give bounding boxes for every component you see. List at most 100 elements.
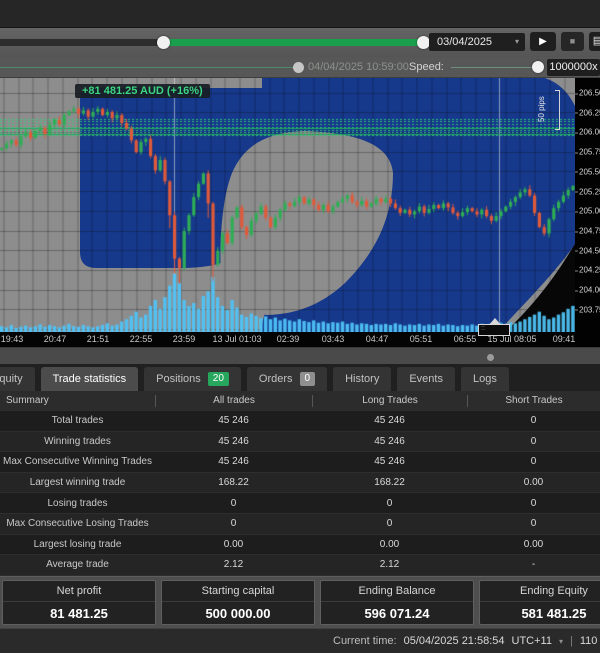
table-header-cell: Summary bbox=[0, 395, 155, 407]
table-header-row: SummaryAll tradesLong TradesShort Trades bbox=[0, 391, 600, 411]
speed-slider-handle[interactable] bbox=[532, 61, 544, 73]
pips-scale-label: 50 pips bbox=[539, 116, 551, 128]
trade-statistics-table: SummaryAll tradesLong TradesShort Trades… bbox=[0, 391, 600, 576]
table-value-cell: 45 246 bbox=[312, 415, 467, 426]
tab-label: Orders bbox=[259, 367, 293, 391]
bottom-panel-tabs: Equity Trade statistics Positions20Orders0… bbox=[0, 364, 600, 391]
table-value-cell: 45 246 bbox=[155, 415, 312, 426]
tab-label: Trade statistics bbox=[53, 367, 127, 391]
tab-history[interactable]: History bbox=[333, 367, 391, 391]
speed-slider-track[interactable] bbox=[451, 67, 539, 68]
pending-datetime: 04/04/2025 10:59:00 bbox=[308, 61, 409, 73]
price-tick-mark bbox=[575, 270, 578, 271]
table-value-cell: 0 bbox=[467, 436, 600, 447]
pending-timeline-handle[interactable] bbox=[293, 62, 304, 73]
current-time-label: Current time: bbox=[333, 635, 397, 647]
time-axis[interactable]: 19:4320:4721:5122:5523:5913 Jul 01:0302:… bbox=[0, 332, 575, 347]
playback-toolbar: 03/04/2025 ▾ ▶ ■ ▤ bbox=[0, 28, 600, 57]
tab-label: Logs bbox=[473, 367, 497, 391]
timeline-progress bbox=[163, 39, 424, 46]
table-value-cell: 0 bbox=[467, 498, 600, 509]
time-tick-label: 06:55 bbox=[454, 334, 477, 344]
time-tick-label: 09:41 bbox=[553, 334, 576, 344]
journal-button[interactable]: ▤ bbox=[589, 32, 600, 51]
date-select[interactable]: 03/04/2025 ▾ bbox=[429, 33, 525, 51]
table-row: Largest winning trade168.22168.220.00 bbox=[0, 473, 600, 494]
table-value-cell: 168.22 bbox=[312, 477, 467, 488]
price-tick-label: 206.25 bbox=[579, 108, 600, 117]
tab-equity[interactable]: Equity bbox=[0, 367, 35, 391]
price-tick-label: 204.25 bbox=[579, 266, 600, 275]
table-value-cell: 0.00 bbox=[467, 477, 600, 488]
timezone-value[interactable]: UTC+11 bbox=[512, 635, 552, 647]
profit-tooltip: +81 481.25 AUD (+16%) bbox=[75, 84, 210, 98]
tab-label: Equity bbox=[0, 367, 23, 391]
summary-card-ending-equity: Ending Equity581 481.25 bbox=[479, 580, 600, 625]
table-value-cell: 2.12 bbox=[312, 559, 467, 570]
table-value-cell: 0 bbox=[155, 498, 312, 509]
time-tick-label: 05:51 bbox=[410, 334, 433, 344]
timezone-caret-icon[interactable]: ▾ bbox=[559, 637, 563, 646]
status-separator: | bbox=[570, 635, 573, 647]
table-value-cell: 0 bbox=[467, 456, 600, 467]
price-tick-label: 205.50 bbox=[579, 167, 600, 176]
top-menubar bbox=[0, 0, 600, 28]
table-value-cell: 168.22 bbox=[155, 477, 312, 488]
speed-toolbar: 04/04/2025 10:59:00 Speed: 1000000x bbox=[0, 57, 600, 78]
table-row-label: Losing trades bbox=[0, 498, 155, 509]
tab-orders[interactable]: Orders0 bbox=[247, 367, 327, 391]
tab-positions[interactable]: Positions20 bbox=[144, 367, 241, 391]
price-axis[interactable]: 206.50206.25206.00205.75205.50205.25205.… bbox=[575, 78, 600, 347]
summary-card-starting-capital: Starting capital500 000.00 bbox=[161, 580, 315, 625]
summary-card-label: Ending Balance bbox=[321, 581, 473, 602]
summary-cards: Net profit81 481.25Starting capital500 0… bbox=[0, 576, 600, 628]
table-value-cell: 45 246 bbox=[312, 436, 467, 447]
play-button[interactable]: ▶ bbox=[530, 32, 556, 51]
candlestick-canvas[interactable] bbox=[0, 78, 575, 332]
table-row-label: Average trade bbox=[0, 559, 155, 570]
table-row: Max Consecutive Losing Trades000 bbox=[0, 514, 600, 535]
table-value-cell: 0.00 bbox=[155, 539, 312, 550]
tab-label: Events bbox=[409, 367, 443, 391]
tab-trade-statistics[interactable]: Trade statistics bbox=[41, 367, 139, 391]
time-tick-label: 13 Jul 01:03 bbox=[212, 334, 261, 344]
stop-icon: ■ bbox=[570, 36, 575, 46]
time-tick-label: 02:39 bbox=[277, 334, 300, 344]
table-value-cell: 0 bbox=[312, 518, 467, 529]
table-value-cell: 45 246 bbox=[155, 436, 312, 447]
scrollbar-thumb[interactable] bbox=[487, 354, 494, 361]
table-row: Losing trades000 bbox=[0, 493, 600, 514]
time-tick-label: 21:51 bbox=[87, 334, 110, 344]
speed-value[interactable]: 1000000x bbox=[547, 59, 600, 76]
timeline-start-handle[interactable] bbox=[157, 36, 170, 49]
table-row-label: Max Consecutive Losing Trades bbox=[0, 518, 155, 529]
table-value-cell: 0 bbox=[312, 498, 467, 509]
summary-card-label: Ending Equity bbox=[480, 581, 600, 602]
price-tick-label: 206.50 bbox=[579, 89, 600, 98]
table-header-cell: Long Trades bbox=[312, 395, 467, 407]
table-body: Total trades45 24645 2460Winning trades4… bbox=[0, 411, 600, 576]
tab-logs[interactable]: Logs bbox=[461, 367, 509, 391]
table-row: Total trades45 24645 2460 bbox=[0, 411, 600, 432]
summary-card-value: 596 071.24 bbox=[321, 602, 473, 625]
price-tick-mark bbox=[575, 290, 578, 291]
price-tick-mark bbox=[575, 93, 578, 94]
date-value: 03/04/2025 bbox=[437, 36, 492, 48]
price-tick-label: 205.75 bbox=[579, 148, 600, 157]
tab-events[interactable]: Events bbox=[397, 367, 455, 391]
table-value-cell: 2.12 bbox=[155, 559, 312, 570]
price-tick-mark bbox=[575, 132, 578, 133]
pips-scale-bracket bbox=[555, 90, 560, 130]
time-tick-label: 19:43 bbox=[1, 334, 24, 344]
chart-scrollbar[interactable] bbox=[0, 347, 600, 364]
tab-label: History bbox=[345, 367, 379, 391]
price-tick-mark bbox=[575, 231, 578, 232]
table-row: Max Consecutive Winning Trades45 24645 2… bbox=[0, 452, 600, 473]
price-chart: +81 481.25 AUD (+16%) 50 pips :: 206.502… bbox=[0, 78, 600, 347]
table-row-label: Max Consecutive Winning Trades bbox=[0, 456, 155, 467]
price-tick-mark bbox=[575, 192, 578, 193]
stop-button[interactable]: ■ bbox=[561, 32, 584, 51]
price-tick-label: 203.75 bbox=[579, 305, 600, 314]
table-value-cell: 45 246 bbox=[155, 456, 312, 467]
table-value-cell: 45 246 bbox=[312, 456, 467, 467]
